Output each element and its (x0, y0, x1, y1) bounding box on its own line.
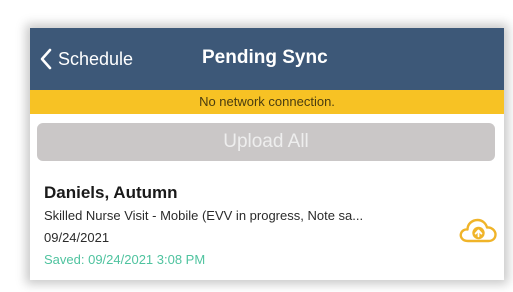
visit-date: 09/24/2021 (44, 230, 110, 245)
patient-name: Daniels, Autumn (44, 183, 178, 202)
cloud-upload-icon[interactable] (458, 214, 498, 246)
upload-all-container: Upload All (30, 114, 504, 170)
page-title: Pending Sync (202, 47, 328, 68)
back-button-label: Schedule (58, 48, 134, 69)
upload-all-button[interactable]: Upload All (37, 123, 495, 161)
visit-description: Skilled Nurse Visit - Mobile (EVV in pro… (44, 208, 364, 223)
chevron-left-icon (40, 48, 52, 70)
network-status-banner: No network connection. (30, 90, 504, 114)
pending-item[interactable]: Daniels, Autumn Skilled Nurse Visit - Mo… (30, 170, 504, 280)
screen: Schedule Pending Sync No network connect… (0, 0, 513, 292)
pending-sync-screen: Schedule Pending Sync No network connect… (30, 28, 504, 280)
back-button[interactable]: Schedule (40, 45, 133, 73)
navigation-bar: Schedule Pending Sync (30, 28, 504, 90)
saved-timestamp: Saved: 09/24/2021 3:08 PM (44, 252, 206, 267)
